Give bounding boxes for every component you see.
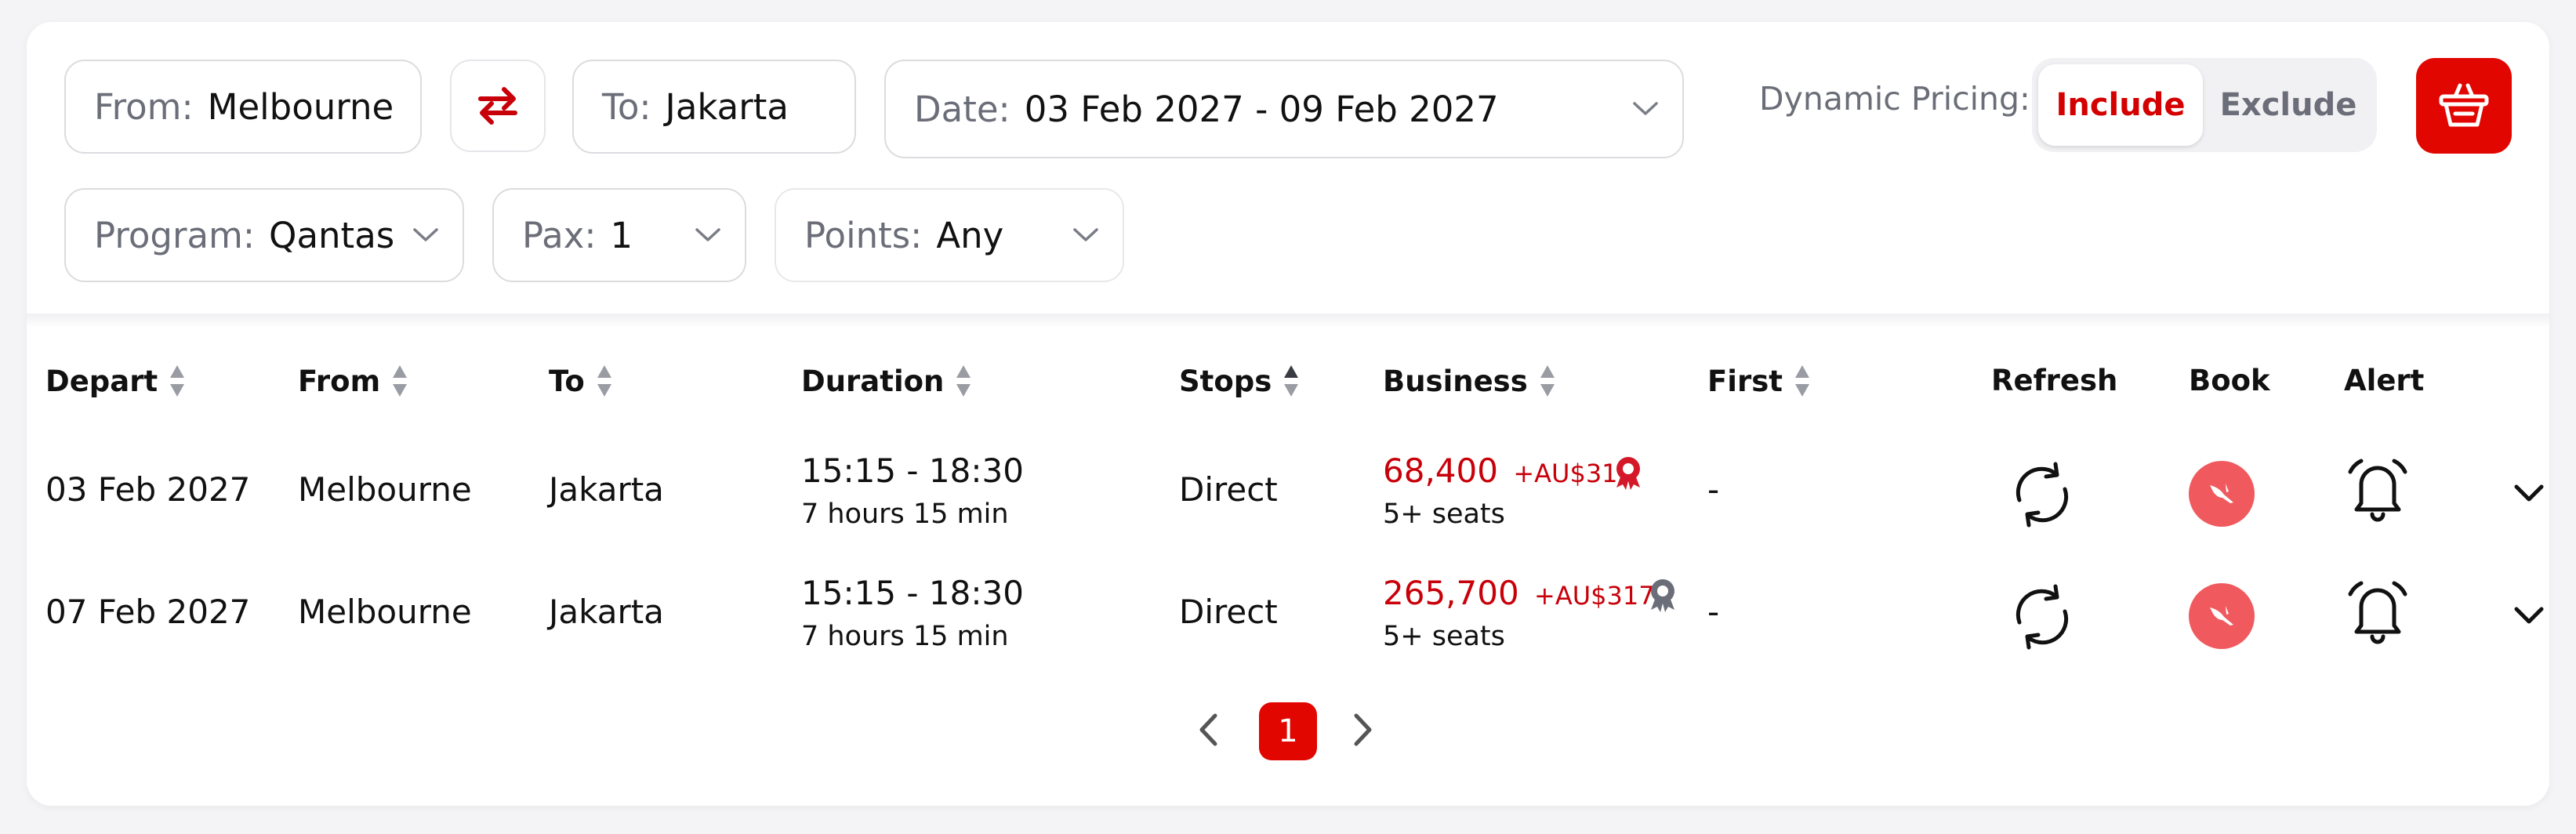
qantas-kangaroo-icon bbox=[2210, 606, 2233, 626]
from-value: Melbourne bbox=[207, 85, 394, 128]
business-points[interactable]: 68,400 +AU$317 bbox=[1383, 451, 1634, 490]
chevron-down-icon bbox=[1633, 102, 1658, 115]
sort-icon bbox=[597, 365, 611, 397]
points-value: Any bbox=[936, 214, 1004, 256]
header-business-label: Business bbox=[1383, 364, 1528, 398]
header-from-label: From bbox=[298, 364, 381, 398]
chevron-down-icon bbox=[695, 228, 720, 241]
business-seats: 5+ seats bbox=[1383, 499, 1505, 530]
from-field[interactable]: From: Melbourne bbox=[64, 60, 422, 154]
book-button[interactable] bbox=[2189, 461, 2255, 527]
depart-date: 07 Feb 2027 bbox=[45, 593, 251, 631]
include-button[interactable]: Include bbox=[2038, 64, 2203, 146]
swap-route-button[interactable] bbox=[450, 60, 546, 152]
to-city: Jakarta bbox=[549, 593, 664, 631]
header-stops-label: Stops bbox=[1179, 364, 1272, 398]
header-alert: Alert bbox=[2344, 364, 2425, 397]
header-depart-label: Depart bbox=[45, 364, 158, 398]
business-seats: 5+ seats bbox=[1383, 621, 1505, 652]
to-city: Jakarta bbox=[549, 470, 664, 509]
sort-icon bbox=[170, 365, 185, 397]
from-city: Melbourne bbox=[298, 470, 472, 509]
chevron-down-icon[interactable] bbox=[2513, 483, 2545, 503]
header-to[interactable]: To bbox=[549, 364, 613, 398]
header-first[interactable]: First bbox=[1707, 364, 1811, 398]
chevron-down-icon[interactable] bbox=[2513, 605, 2545, 626]
depart-date: 03 Feb 2027 bbox=[45, 470, 251, 509]
swap-icon bbox=[478, 87, 517, 125]
header-business[interactable]: Business bbox=[1383, 364, 1556, 398]
stops: Direct bbox=[1179, 470, 1278, 509]
header-first-label: First bbox=[1707, 364, 1783, 398]
sort-icon bbox=[393, 365, 408, 397]
search-results-card: From: Melbourne To: Jakarta Date: 03 Feb… bbox=[27, 22, 2549, 806]
date-range-select[interactable]: Date: 03 Feb 2027 - 09 Feb 2027 bbox=[884, 60, 1684, 158]
chevron-right-icon[interactable] bbox=[1351, 712, 1375, 748]
points-label: Points: bbox=[804, 214, 923, 256]
filter-divider bbox=[27, 314, 2549, 328]
program-select[interactable]: Program: Qantas bbox=[64, 188, 464, 282]
first-availability: - bbox=[1707, 593, 1720, 631]
chevron-left-icon[interactable] bbox=[1196, 712, 1220, 748]
award-badge-icon bbox=[1616, 457, 1640, 490]
first-availability: - bbox=[1707, 470, 1720, 509]
alert-bell-icon[interactable] bbox=[2344, 577, 2411, 644]
basket-icon bbox=[2439, 83, 2489, 127]
to-value: Jakarta bbox=[665, 85, 789, 128]
sort-icon bbox=[1540, 365, 1555, 397]
header-stops[interactable]: Stops bbox=[1179, 364, 1300, 398]
pax-select[interactable]: Pax: 1 bbox=[492, 188, 746, 282]
date-value: 03 Feb 2027 - 09 Feb 2027 bbox=[1024, 88, 1499, 130]
to-field[interactable]: To: Jakarta bbox=[572, 60, 856, 154]
dynamic-pricing-toggle: Include Exclude bbox=[2032, 58, 2377, 152]
header-to-label: To bbox=[549, 364, 585, 398]
program-label: Program: bbox=[94, 214, 256, 256]
to-label: To: bbox=[602, 85, 651, 128]
exclude-button[interactable]: Exclude bbox=[2206, 64, 2371, 146]
from-city: Melbourne bbox=[298, 593, 472, 631]
header-refresh: Refresh bbox=[1991, 364, 2118, 397]
business-points-value: 68,400 bbox=[1383, 451, 1498, 490]
pax-label: Pax: bbox=[522, 214, 597, 256]
flight-time: 15:15 - 18:30 bbox=[801, 451, 1024, 490]
chevron-down-icon bbox=[1073, 228, 1098, 241]
sort-ascending-icon bbox=[1284, 365, 1299, 397]
refresh-icon[interactable] bbox=[2008, 583, 2076, 651]
refresh-icon[interactable] bbox=[2008, 461, 2076, 528]
pax-value: 1 bbox=[610, 214, 633, 256]
business-points[interactable]: 265,700 +AU$317 bbox=[1383, 574, 1655, 612]
page-1-button[interactable]: 1 bbox=[1259, 702, 1317, 760]
flight-time: 15:15 - 18:30 bbox=[801, 574, 1024, 612]
stops: Direct bbox=[1179, 593, 1278, 631]
alert-bell-icon[interactable] bbox=[2344, 455, 2411, 522]
points-select[interactable]: Points: Any bbox=[775, 188, 1124, 282]
sort-icon bbox=[1794, 365, 1809, 397]
business-tax: +AU$317 bbox=[1534, 581, 1655, 611]
from-label: From: bbox=[94, 85, 194, 128]
header-duration[interactable]: Duration bbox=[801, 364, 972, 398]
business-points-value: 265,700 bbox=[1383, 574, 1519, 612]
qantas-kangaroo-icon bbox=[2210, 484, 2233, 503]
chevron-down-icon bbox=[413, 228, 438, 241]
date-label: Date: bbox=[914, 88, 1010, 130]
book-button[interactable] bbox=[2189, 583, 2255, 649]
sort-icon bbox=[956, 365, 971, 397]
flight-duration: 7 hours 15 min bbox=[801, 621, 1009, 652]
basket-button[interactable] bbox=[2416, 58, 2512, 154]
flight-duration: 7 hours 15 min bbox=[801, 499, 1009, 530]
header-book: Book bbox=[2189, 364, 2270, 397]
header-depart[interactable]: Depart bbox=[45, 364, 186, 398]
header-from[interactable]: From bbox=[298, 364, 408, 398]
dynamic-pricing-label: Dynamic Pricing: bbox=[1759, 80, 2030, 118]
header-duration-label: Duration bbox=[801, 364, 945, 398]
award-badge-icon bbox=[1651, 579, 1674, 612]
program-value: Qantas bbox=[269, 214, 395, 256]
